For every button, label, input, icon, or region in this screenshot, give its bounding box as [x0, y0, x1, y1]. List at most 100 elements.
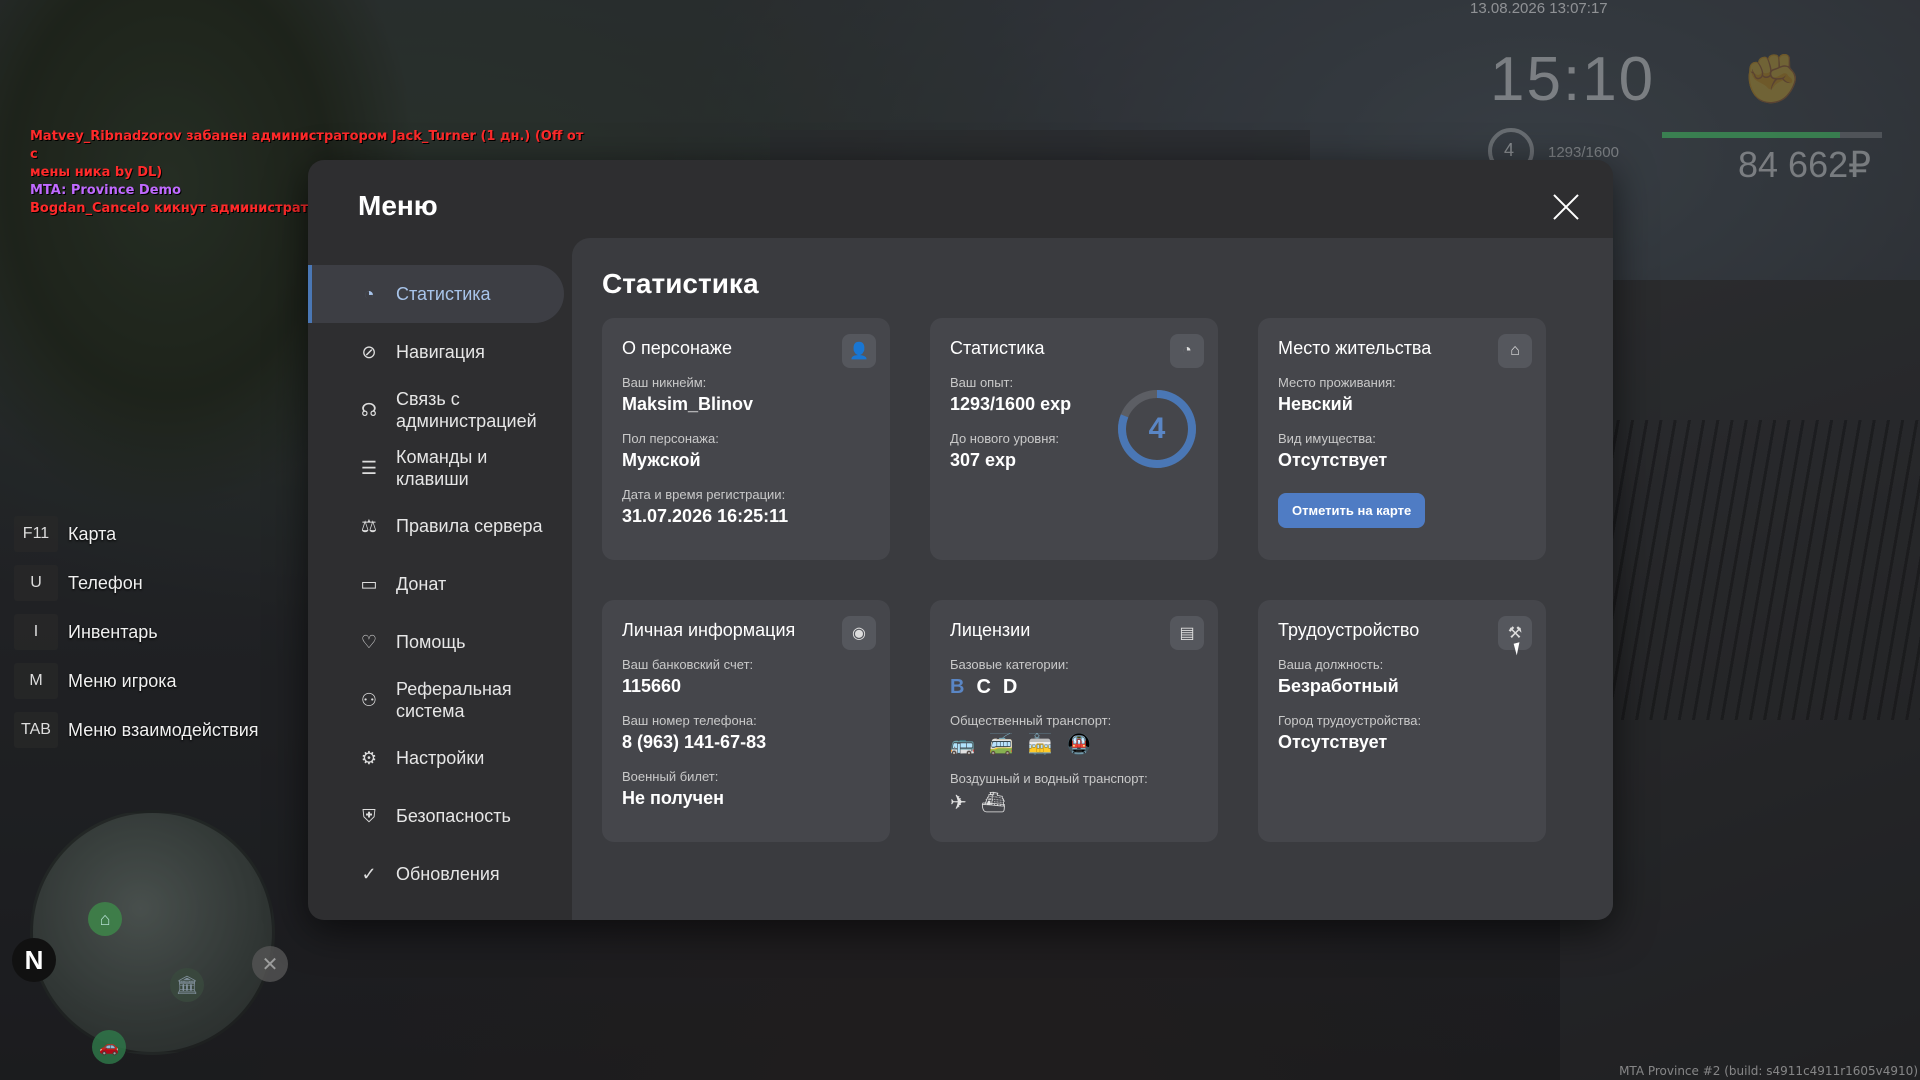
hud-health-bar — [1662, 132, 1882, 138]
hud-health-bar-fill — [1662, 132, 1841, 138]
minimap — [30, 810, 275, 1055]
card-title: Статистика — [950, 338, 1045, 358]
ship-icon: ⛴ — [980, 792, 1007, 814]
mark-on-map-button[interactable]: Отметить на карте — [1278, 493, 1426, 528]
metro-icon: 🚇 — [1066, 734, 1092, 756]
field-label: Общественный транспорт: — [950, 713, 1112, 728]
keybind-inventory: I Инвентарь — [14, 614, 259, 650]
sidebar-item-commands[interactable]: ☰ Команды и клавиши — [308, 439, 572, 497]
sidebar-item-label: Безопасность — [396, 806, 511, 826]
keycap: M — [14, 663, 58, 699]
sidebar-item-updates[interactable]: ✓ Обновления — [308, 845, 572, 903]
keycap: U — [14, 565, 58, 601]
phone-value: 8 (963) 141-67-83 — [622, 732, 767, 752]
close-button[interactable] — [1551, 192, 1581, 222]
card-title: О персонаже — [622, 338, 732, 358]
keybind-label: Меню взаимодействия — [68, 719, 259, 740]
wallet-icon: ▭ — [360, 573, 378, 594]
keycap: TAB — [14, 712, 58, 748]
keybind-interaction-menu: TAB Меню взаимодействия — [14, 712, 259, 748]
bus-icon: 🚌 — [950, 734, 975, 756]
card-residence: Место жительства ⌂ Место проживания: Нев… — [1258, 318, 1546, 560]
field-label: Ваша должность: — [1278, 657, 1384, 672]
card-licenses: Лицензии ▤ Базовые категории: B C D Обще… — [930, 600, 1218, 842]
sidebar-item-label: Правила сервера — [396, 516, 543, 536]
gear-icon: ⚙ — [360, 747, 378, 768]
keycap: I — [14, 614, 58, 650]
field-label: Пол персонажа: — [622, 431, 719, 446]
tram-icon: 🚋 — [1027, 734, 1053, 756]
keybind-label: Инвентарь — [68, 621, 158, 642]
hud-time: 15:10 — [1490, 45, 1656, 114]
card-character: О персонаже 👤 Ваш никнейм: Maksim_Blinov… — [602, 318, 890, 560]
page-title: Статистика — [602, 268, 759, 299]
field-label: Дата и время регистрации: — [622, 487, 786, 502]
trolleybus-icon: 🚎 — [988, 734, 1014, 756]
sidebar-item-contact-admin[interactable]: ☊ Связь с администрацией — [308, 381, 572, 439]
public-transport-icons: 🚌 🚎 🚋 🚇 — [950, 732, 1198, 757]
keybind-player-menu: M Меню игрока — [14, 663, 259, 699]
house-icon: ⌂ — [1498, 334, 1532, 368]
card-employment: Трудоустройство ⚒ Ваша должность: Безраб… — [1258, 600, 1546, 842]
home-icon: ⌂ — [88, 902, 122, 936]
card-personal-info: Личная информация ◉ Ваш банковский счет:… — [602, 600, 890, 842]
air-water-transport-icons: ✈ ⛴ — [950, 790, 1198, 815]
keybind-map: F11 Карта — [14, 516, 259, 552]
license-categories: B C D — [950, 676, 1198, 699]
keybind-label: Карта — [68, 523, 117, 544]
field-label: Воздушный и водный транспорт: — [950, 771, 1148, 786]
keybind-label: Телефон — [68, 572, 143, 593]
bank-icon: 🏛 — [170, 968, 204, 1002]
sidebar-item-security[interactable]: ⛨ Безопасность — [308, 787, 572, 845]
sidebar-item-donate[interactable]: ▭ Донат — [308, 555, 572, 613]
field-label: Военный билет: — [622, 769, 719, 784]
hud-level: 4 — [1504, 140, 1515, 160]
fist-icon: ✊ — [1742, 53, 1802, 106]
license-icon: ▤ — [1170, 616, 1204, 650]
sidebar-item-label: Настройки — [396, 748, 485, 768]
sidebar-item-rules[interactable]: ⚖ Правила сервера — [308, 497, 572, 555]
build-info: MTA Province #2 (build: s4911c4911r1605v… — [1619, 1064, 1918, 1078]
card-statistics: Статистика ◔ Ваш опыт: 1293/1600 exp До … — [930, 318, 1218, 560]
card-title: Место жительства — [1278, 338, 1432, 358]
card-title: Личная информация — [622, 620, 796, 640]
job-city-value: Отсутствует — [1278, 732, 1388, 752]
sidebar-item-settings[interactable]: ⚙ Настройки — [308, 729, 572, 787]
license-category-b: B — [950, 676, 965, 698]
registration-value: 31.07.2026 16:25:11 — [622, 506, 789, 526]
chart-pie-icon: ◔ — [363, 283, 375, 304]
sidebar-item-label: Статистика — [396, 284, 491, 304]
heart-hand-icon: ♡ — [360, 631, 378, 652]
sidebar-item-navigation[interactable]: ⊘ Навигация — [308, 323, 572, 381]
sidebar-item-label: Донат — [396, 574, 447, 594]
scales-icon: ⚖ — [360, 515, 378, 536]
bank-account-value: 115660 — [622, 676, 682, 696]
sidebar-item-statistics[interactable]: ◔ Статистика — [308, 265, 564, 323]
level-number: 4 — [1148, 412, 1166, 445]
menu-title: Меню — [358, 190, 438, 221]
tools-icon: ✕ — [252, 946, 288, 982]
plane-icon: ✈ — [950, 792, 967, 814]
user-circle-icon: ◉ — [842, 616, 876, 650]
field-label: Ваш номер телефона: — [622, 713, 757, 728]
statistics-panel: Статистика О персонаже 👤 Ваш никнейм: Ma… — [572, 238, 1613, 920]
sidebar-item-referral[interactable]: ⚇ Реферальная система — [308, 671, 572, 729]
hud-exp: 1293/1600 — [1548, 144, 1619, 161]
sidebar-item-label: Реферальная система — [396, 679, 512, 721]
property-value: Отсутствует — [1278, 450, 1388, 470]
license-category-c: C — [976, 676, 991, 698]
sidebar-item-label: Команды и клавиши — [396, 447, 488, 489]
hud-money: 84 662₽ — [1738, 144, 1872, 185]
sidebar-item-help[interactable]: ♡ Помощь — [308, 613, 572, 671]
menu-modal: Меню ◔ Статистика ⊘ Навигация ☊ Связь с … — [308, 160, 1613, 920]
people-icon: ⚇ — [360, 689, 378, 710]
list-icon: ☰ — [360, 457, 378, 478]
field-label: Город трудоустройства: — [1278, 713, 1422, 728]
license-category-d: D — [1002, 676, 1018, 698]
residence-value: Невский — [1278, 394, 1353, 414]
card-title: Трудоустройство — [1278, 620, 1420, 640]
nickname-value: Maksim_Blinov — [622, 394, 754, 414]
compass-north: N — [12, 938, 56, 982]
sidebar-item-label: Помощь — [396, 632, 466, 652]
position-value: Безработный — [1278, 676, 1399, 696]
